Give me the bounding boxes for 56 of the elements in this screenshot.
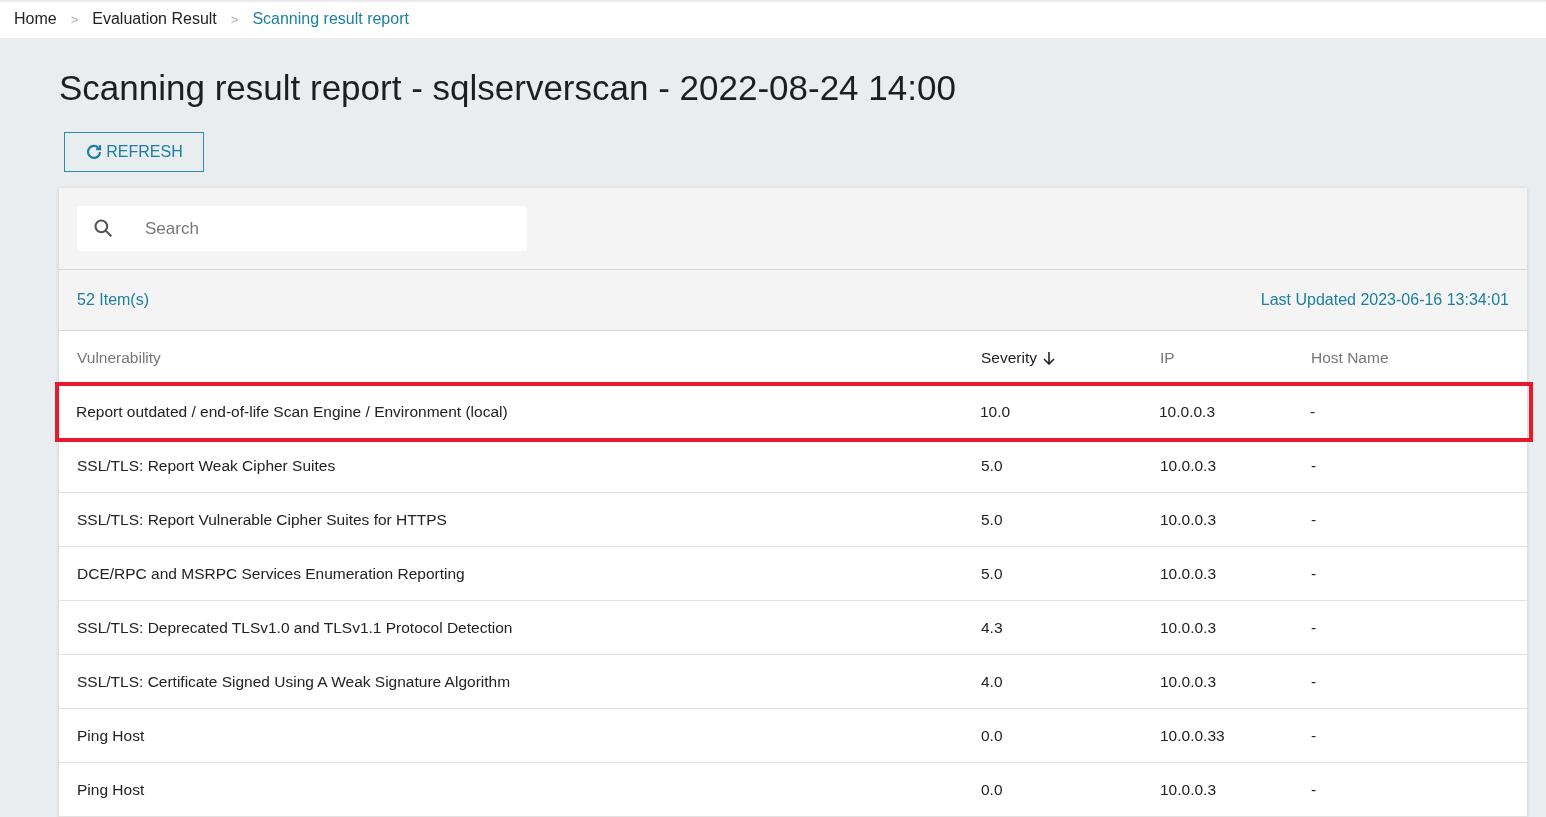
page-title: Scanning result report - sqlserverscan - 2022-08-24 14:00 <box>59 67 957 109</box>
table-cell-text: 4.0 <box>981 672 1004 691</box>
table-cell-text: SSL/TLS: Report Vulnerable Cipher Suites for HTTPS <box>77 510 448 529</box>
breadcrumb-separator: > <box>70 11 79 27</box>
table-cell-text: DCE/RPC and MSRPC Services Enumeration Reporting <box>77 564 466 583</box>
table-cell-text: Ping Host <box>77 780 146 799</box>
breadcrumb-link[interactable]: Scanning result report <box>252 10 409 28</box>
table-cell-text: 5.0 <box>981 456 1004 475</box>
table-cell-text: 10.0.0.3 <box>1160 510 1218 529</box>
column-header[interactable]: IP <box>1160 348 1311 367</box>
table-cell-text: 10.0.0.3 <box>1160 780 1218 799</box>
refresh-button[interactable]: REFRESH <box>64 132 204 172</box>
table-cell-text: 5.0 <box>981 510 1004 529</box>
table-cell-text: 5.0 <box>981 564 1004 583</box>
table-cell-text: SSL/TLS: Certificate Signed Using A Weak Signature Algorithm <box>77 672 512 691</box>
table-cell-text: 0.0 <box>981 726 1004 745</box>
table-cell-text: Report outdated / end-of-life Scan Engine / Environment (local) <box>76 402 509 421</box>
table-cell-text: 10.0.0.3 <box>1160 564 1218 583</box>
refresh-icon <box>85 143 104 161</box>
table-cell-text: - <box>1311 456 1318 475</box>
table-cell-text: SSL/TLS: Report Weak Cipher Suites <box>77 456 337 475</box>
search-field[interactable]: Search <box>77 206 527 251</box>
table-row[interactable]: Ping Host 0.0 10.0.0.3 - <box>59 763 1527 817</box>
table-cell-text: 10.0.0.3 <box>1160 456 1218 475</box>
table-row[interactable]: SSL/TLS: Certificate Signed Using A Weak Signature Algorithm 4.0 10.0.0.3 - <box>59 655 1527 709</box>
table-row[interactable]: SSL/TLS: Report Weak Cipher Suites 5.0 10.0.0.3 - <box>59 439 1527 493</box>
table-cell-text: - <box>1311 618 1318 637</box>
column-header[interactable]: Host Name <box>1311 348 1527 367</box>
table-cell-text: Ping Host <box>77 726 146 745</box>
table-cell-text: 10.0.0.3 <box>1160 618 1218 637</box>
table-cell-text: 4.3 <box>981 618 1004 637</box>
breadcrumb-link[interactable]: Evaluation Result <box>92 10 217 28</box>
table-cell-text: - <box>1311 726 1318 745</box>
arrow-down-icon <box>1043 350 1055 365</box>
item-count: 52 Item(s) <box>77 291 149 309</box>
column-header[interactable]: Severity <box>981 348 1160 367</box>
table-cell-text: - <box>1310 402 1317 421</box>
highlighted-row[interactable]: Report outdated / end-of-life Scan Engine / Environment (local) 10.0 10.0.0.3 - <box>58 385 1530 439</box>
table-row[interactable]: SSL/TLS: Report Vulnerable Cipher Suites for HTTPS 5.0 10.0.0.3 - <box>59 493 1527 547</box>
last-updated: Last Updated 2023-06-16 13:34:01 <box>1260 291 1509 309</box>
table-cell-text: - <box>1311 510 1318 529</box>
breadcrumb-separator: > <box>230 11 239 27</box>
breadcrumb-link[interactable]: Home <box>14 10 57 28</box>
table-cell-text: 10.0.0.33 <box>1160 726 1226 745</box>
table-cell-text: - <box>1311 672 1318 691</box>
table-cell-text: SSL/TLS: Deprecated TLSv1.0 and TLSv1.1 Protocol Detection <box>77 618 514 637</box>
column-header[interactable]: Vulnerability <box>77 348 981 367</box>
table-cell-text: 0.0 <box>981 780 1004 799</box>
table-cell-text: 10.0 <box>980 402 1012 421</box>
table-row[interactable]: DCE/RPC and MSRPC Services Enumeration Reporting 5.0 10.0.0.3 - <box>59 547 1527 601</box>
table-row[interactable]: Ping Host 0.0 10.0.0.33 - <box>59 709 1527 763</box>
table-cell-text: 10.0.0.3 <box>1159 402 1217 421</box>
table-cell-text: 10.0.0.3 <box>1160 672 1218 691</box>
table-cell-text: - <box>1311 564 1318 583</box>
table-row[interactable]: SSL/TLS: Deprecated TLSv1.0 and TLSv1.1 Protocol Detection 4.3 10.0.0.3 - <box>59 601 1527 655</box>
table-cell-text: - <box>1311 780 1318 799</box>
